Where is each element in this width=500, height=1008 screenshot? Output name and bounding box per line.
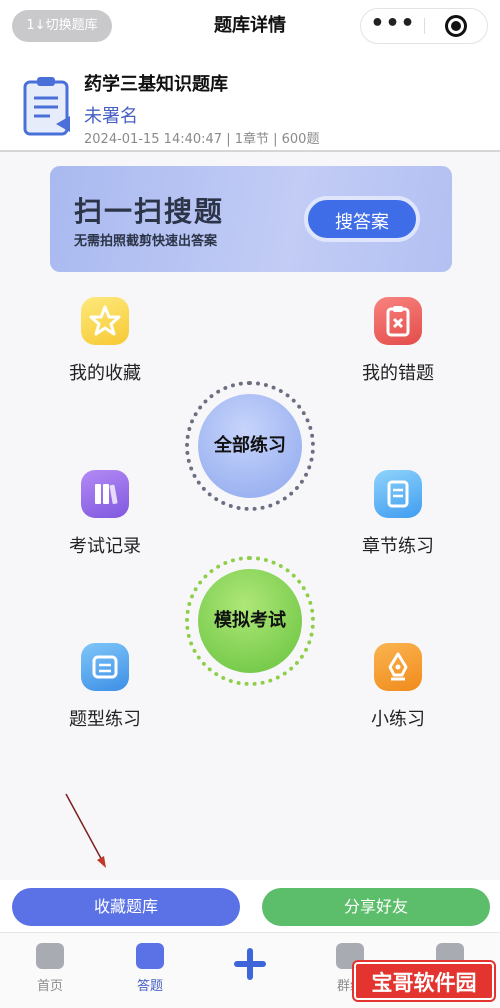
folder-list-icon bbox=[81, 643, 129, 691]
capsule-divider bbox=[424, 18, 425, 34]
bank-author: 未署名 bbox=[84, 106, 138, 127]
chapter-practice-item[interactable]: 章节练习 bbox=[338, 470, 458, 558]
plus-icon[interactable] bbox=[232, 946, 268, 982]
favorites-item[interactable]: 我的收藏 bbox=[45, 297, 165, 385]
top-navigation-bar: 1↓切换题库 题库详情 ••• bbox=[0, 0, 500, 52]
exam-records-label: 考试记录 bbox=[69, 536, 141, 557]
answer-icon bbox=[136, 943, 164, 969]
collect-bank-button[interactable]: 收藏题库 bbox=[12, 888, 240, 926]
exam-records-item[interactable]: 考试记录 bbox=[45, 470, 165, 558]
pen-nib-icon bbox=[374, 643, 422, 691]
books-icon bbox=[81, 470, 129, 518]
more-dots-icon[interactable]: ••• bbox=[361, 9, 425, 43]
tab-home-label: 首页 bbox=[36, 979, 63, 994]
share-friends-button[interactable]: 分享好友 bbox=[262, 888, 490, 926]
wrong-questions-item[interactable]: 我的错题 bbox=[338, 297, 458, 385]
all-practice-button[interactable]: 全部练习 bbox=[185, 381, 315, 511]
annotation-arrow bbox=[65, 793, 106, 868]
all-practice-label: 全部练习 bbox=[198, 394, 302, 498]
banner-title: 扫一扫搜题 bbox=[74, 195, 225, 228]
clipboard-doc-icon bbox=[23, 77, 70, 136]
bottom-actions: 收藏题库 分享好友 bbox=[0, 880, 500, 932]
close-target-icon[interactable] bbox=[445, 15, 467, 37]
tab-home[interactable]: 首页 bbox=[0, 933, 100, 1008]
mock-exam-button[interactable]: 模拟考试 bbox=[185, 556, 315, 686]
mini-practice-label: 小练习 bbox=[371, 709, 425, 730]
bank-title: 药学三基知识题库 bbox=[84, 74, 228, 95]
search-answer-button[interactable]: 搜答案 bbox=[304, 196, 420, 242]
chapter-practice-label: 章节练习 bbox=[362, 536, 434, 557]
mini-program-capsule: ••• bbox=[360, 8, 488, 44]
star-icon bbox=[81, 297, 129, 345]
favorites-label: 我的收藏 bbox=[69, 363, 141, 384]
bank-meta: 2024-01-15 14:40:47 | 1章节 | 600题 bbox=[84, 132, 320, 147]
wrong-questions-label: 我的错题 bbox=[362, 363, 434, 384]
question-types-item[interactable]: 题型练习 bbox=[45, 643, 165, 731]
mini-practice-item[interactable]: 小练习 bbox=[338, 643, 458, 731]
bank-info-card: 药学三基知识题库 未署名 2024-01-15 14:40:47 | 1章节 |… bbox=[0, 52, 500, 152]
wrong-clipboard-icon bbox=[374, 297, 422, 345]
scroll-icon bbox=[374, 470, 422, 518]
question-types-label: 题型练习 bbox=[69, 709, 141, 730]
tab-answer[interactable]: 答题 bbox=[100, 933, 200, 1008]
watermark-logo: 宝哥软件园 bbox=[354, 962, 494, 1000]
scan-search-banner[interactable]: 扫一扫搜题 无需拍照截剪快速出答案 搜答案 bbox=[50, 166, 452, 272]
home-icon bbox=[36, 943, 64, 969]
banner-subtitle: 无需拍照截剪快速出答案 bbox=[74, 234, 218, 249]
tab-answer-label: 答题 bbox=[136, 979, 163, 994]
mock-exam-label: 模拟考试 bbox=[198, 569, 302, 673]
